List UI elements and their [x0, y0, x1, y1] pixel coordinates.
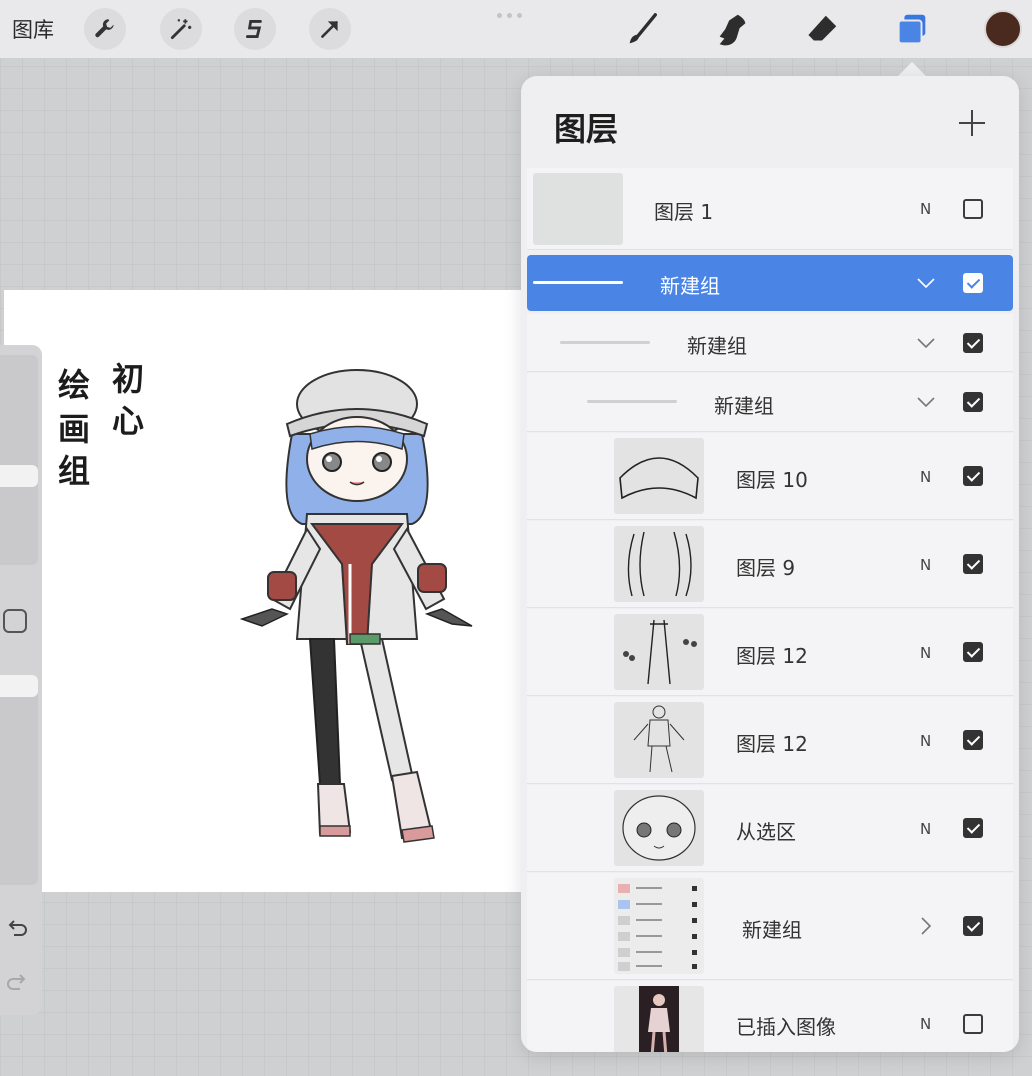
layer-name[interactable]: 已插入图像 — [736, 1011, 836, 1040]
eraser-tool[interactable] — [800, 8, 844, 52]
visibility-checkbox[interactable] — [963, 273, 983, 293]
selection-button[interactable] — [234, 8, 276, 50]
layer-thumbnail — [614, 702, 704, 778]
layers-icon — [897, 14, 926, 45]
brush-size-slider[interactable] — [0, 355, 38, 565]
layer-row[interactable]: 图层 12 N — [527, 609, 1013, 696]
blend-mode[interactable]: N — [920, 1015, 931, 1033]
layer-name[interactable]: 从选区 — [736, 816, 796, 845]
calligraphy-char: 组 — [58, 452, 91, 490]
visibility-checkbox[interactable] — [963, 554, 983, 574]
layer-name[interactable]: 图层 12 — [736, 728, 808, 757]
visibility-checkbox[interactable] — [963, 199, 983, 219]
move-arrow-icon — [321, 21, 338, 38]
layer-name[interactable]: 新建组 — [714, 390, 774, 419]
layer-name[interactable]: 新建组 — [660, 270, 720, 299]
wrench-icon — [95, 19, 114, 38]
drag-handle[interactable] — [497, 13, 527, 19]
visibility-checkbox[interactable] — [963, 333, 983, 353]
layer-name[interactable]: 新建组 — [687, 330, 747, 359]
calligraphy-artwork: 初 心 绘 画 组 — [56, 354, 156, 490]
layer-group-row[interactable]: 新建组 — [527, 873, 1013, 980]
chevron-down-icon[interactable] — [915, 272, 937, 294]
layer-name[interactable]: 新建组 — [742, 914, 802, 943]
panel-title: 图层 — [554, 110, 619, 148]
layer-group-row[interactable]: 新建组 — [527, 373, 1013, 432]
visibility-checkbox[interactable] — [963, 392, 983, 412]
brush-icon — [629, 13, 657, 44]
actions-button[interactable] — [84, 8, 126, 50]
chevron-down-icon[interactable] — [915, 391, 937, 413]
redo-icon — [7, 974, 26, 990]
layer-thumbnail — [614, 614, 704, 690]
chevron-right-icon[interactable] — [915, 915, 937, 937]
undo-button[interactable] — [3, 914, 31, 942]
magic-wand-icon — [170, 19, 192, 40]
group-indicator — [533, 281, 623, 284]
layer-thumbnail — [614, 526, 704, 602]
blend-mode[interactable]: N — [920, 820, 931, 838]
layer-row[interactable]: 已插入图像 N — [527, 981, 1013, 1052]
plus-icon[interactable] — [955, 106, 989, 140]
visibility-checkbox[interactable] — [963, 916, 983, 936]
layer-thumbnail — [614, 438, 704, 514]
blend-mode[interactable]: N — [920, 468, 931, 486]
chevron-down-icon[interactable] — [915, 332, 937, 354]
calligraphy-char: 绘 — [58, 366, 91, 404]
layer-name[interactable]: 图层 12 — [736, 640, 808, 669]
selection-icon — [246, 20, 262, 38]
visibility-checkbox[interactable] — [963, 818, 983, 838]
smudge-tool[interactable] — [710, 8, 754, 52]
layer-name[interactable]: 图层 10 — [736, 464, 808, 493]
layer-row[interactable]: 图层 12 N — [527, 697, 1013, 784]
group-indicator — [587, 400, 677, 403]
blend-mode[interactable]: N — [920, 556, 931, 574]
layer-row[interactable]: 从选区 N — [527, 785, 1013, 872]
visibility-checkbox[interactable] — [963, 730, 983, 750]
layers-tool[interactable] — [890, 8, 934, 52]
gallery-button[interactable]: 图库 — [12, 14, 54, 44]
brush-size-handle[interactable] — [0, 465, 38, 487]
layer-row[interactable]: 图层 1 N — [527, 168, 1013, 250]
visibility-checkbox[interactable] — [963, 642, 983, 662]
transform-button[interactable] — [309, 8, 351, 50]
smudge-icon — [719, 14, 746, 46]
layer-group-row[interactable]: 新建组 — [527, 255, 1013, 311]
blend-mode[interactable]: N — [920, 644, 931, 662]
modify-button[interactable] — [3, 609, 27, 633]
adjustments-button[interactable] — [160, 8, 202, 50]
visibility-checkbox[interactable] — [963, 1014, 983, 1034]
layer-name[interactable]: 图层 9 — [736, 552, 795, 581]
layer-row[interactable]: 图层 9 N — [527, 521, 1013, 608]
layer-name[interactable]: 图层 1 — [654, 196, 713, 225]
top-toolbar: 图库 — [0, 0, 1032, 58]
calligraphy-char: 心 — [112, 402, 145, 440]
group-indicator — [560, 341, 650, 344]
visibility-checkbox[interactable] — [963, 466, 983, 486]
brush-tool[interactable] — [620, 8, 664, 52]
blend-mode[interactable]: N — [920, 200, 931, 218]
layers-panel: 图层 图层 1 N 新建组 新建组 新建组 图层 10 N 图层 9 N 图层 … — [521, 76, 1019, 1052]
opacity-handle[interactable] — [0, 675, 38, 697]
group-thumbnail — [614, 878, 704, 974]
eraser-icon — [807, 15, 837, 45]
layer-thumbnail — [614, 790, 704, 866]
opacity-slider[interactable] — [0, 685, 38, 885]
layer-thumbnail — [533, 173, 623, 245]
character-illustration — [239, 369, 473, 843]
blend-mode[interactable]: N — [920, 732, 931, 750]
layer-thumbnail — [614, 986, 704, 1052]
calligraphy-char: 画 — [58, 410, 91, 448]
undo-icon — [8, 920, 27, 936]
layer-group-row[interactable]: 新建组 — [527, 314, 1013, 372]
calligraphy-char: 初 — [112, 360, 145, 398]
color-picker-button[interactable] — [984, 10, 1022, 48]
layer-row[interactable]: 图层 10 N — [527, 433, 1013, 520]
layers-popover-arrow — [898, 62, 926, 76]
redo-button[interactable] — [3, 968, 31, 996]
